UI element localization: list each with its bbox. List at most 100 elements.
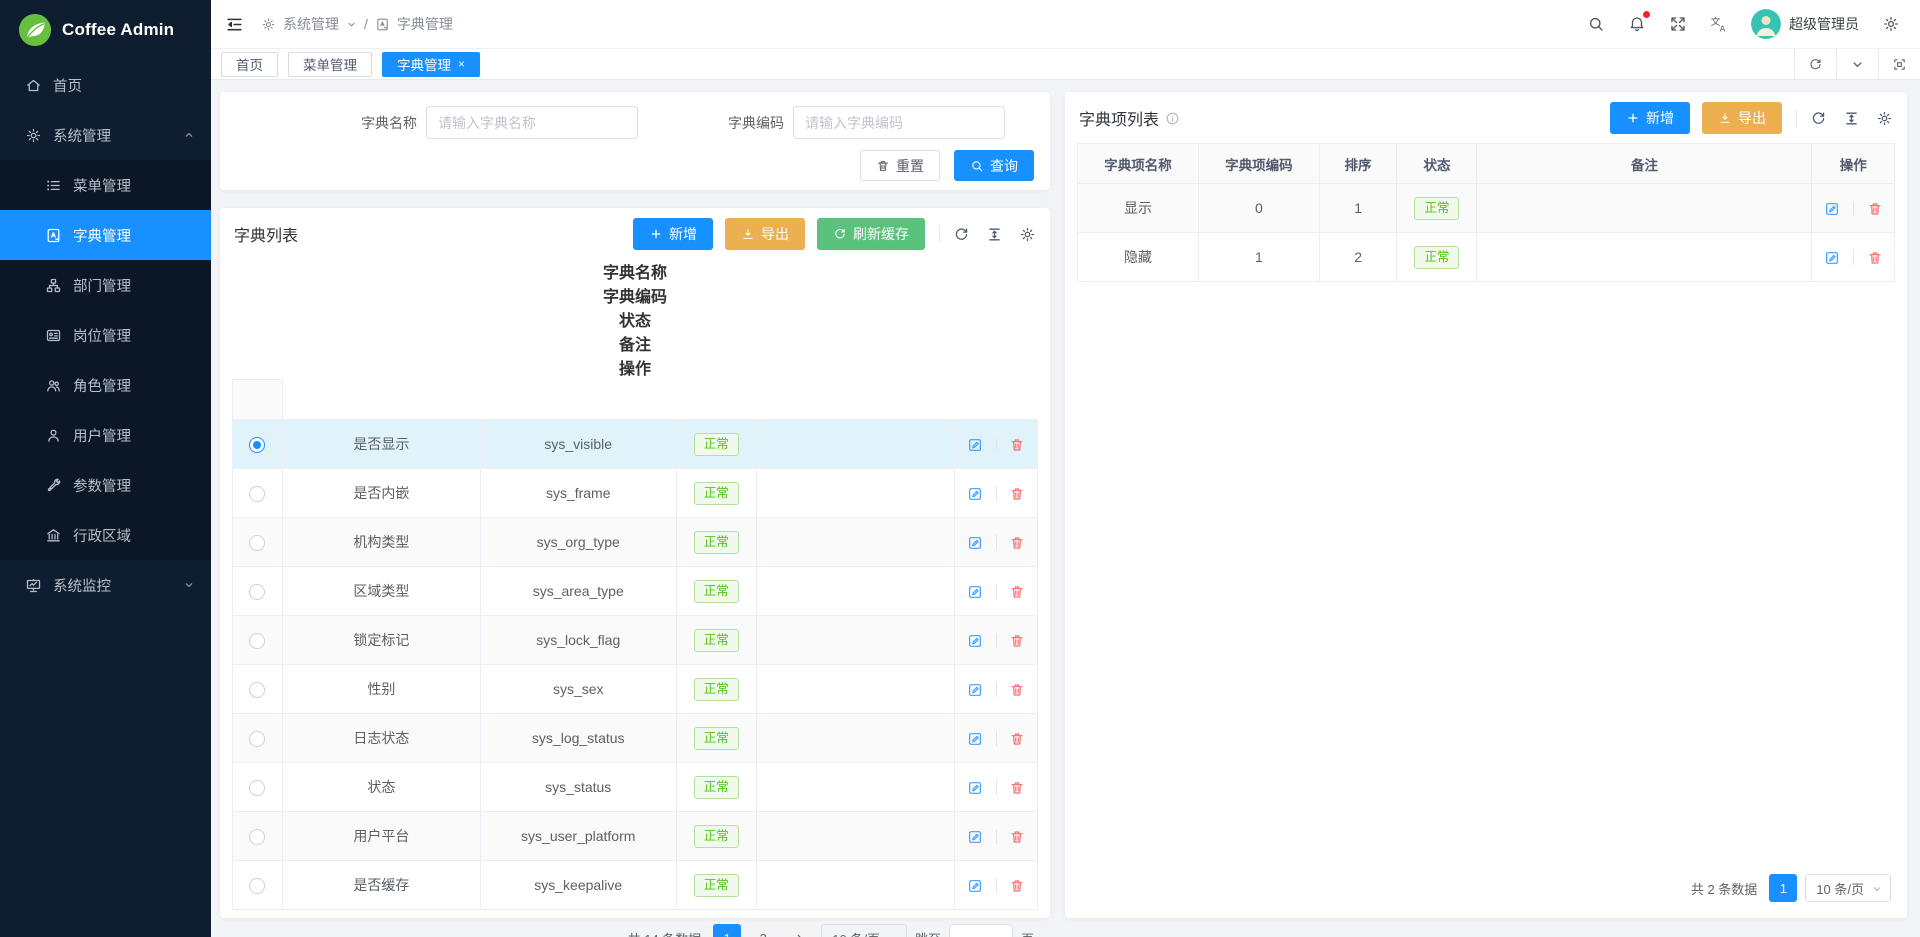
column-settings-gear-icon[interactable]	[1876, 110, 1893, 127]
sidebar-item-home[interactable]: 首页	[0, 60, 211, 110]
page-size-select[interactable]: 10 条/页	[1805, 874, 1891, 902]
dict-row[interactable]: 状态 sys_status 正常	[233, 763, 1038, 812]
row-radio[interactable]	[249, 437, 265, 453]
row-radio[interactable]	[249, 878, 265, 894]
jump-page-input[interactable]	[949, 924, 1013, 937]
edit-icon[interactable]	[967, 535, 983, 551]
dict-row[interactable]: 日志状态 sys_log_status 正常	[233, 714, 1038, 763]
total-count: 共 14 条数据	[628, 929, 702, 937]
sidebar-item-dept-mgmt[interactable]: 部门管理	[0, 260, 211, 310]
delete-icon[interactable]	[1009, 486, 1025, 502]
delete-icon[interactable]	[1009, 780, 1025, 796]
row-height-icon[interactable]	[1843, 110, 1860, 127]
sidebar-item-system-monitor[interactable]: 系统监控	[0, 560, 211, 610]
breadcrumb-parent[interactable]: 系统管理	[283, 14, 339, 34]
delete-icon[interactable]	[1009, 878, 1025, 894]
table-refresh-icon[interactable]	[953, 226, 970, 243]
sidebar-item-post-mgmt[interactable]: 岗位管理	[0, 310, 211, 360]
notification-bell-icon[interactable]	[1628, 15, 1646, 33]
search-icon[interactable]	[1587, 15, 1605, 33]
row-radio[interactable]	[249, 584, 265, 600]
sidebar-collapse-icon[interactable]	[225, 15, 244, 34]
row-height-icon[interactable]	[986, 226, 1003, 243]
export-dict-button[interactable]: 导出	[725, 218, 805, 250]
chevron-down-icon[interactable]	[346, 19, 357, 30]
row-radio[interactable]	[249, 780, 265, 796]
info-icon[interactable]	[1165, 111, 1180, 126]
edit-icon[interactable]	[967, 633, 983, 649]
row-radio[interactable]	[249, 486, 265, 502]
sidebar-item-role-mgmt[interactable]: 角色管理	[0, 360, 211, 410]
delete-icon[interactable]	[1867, 201, 1883, 217]
delete-icon[interactable]	[1009, 829, 1025, 845]
edit-icon[interactable]	[967, 731, 983, 747]
edit-icon[interactable]	[967, 486, 983, 502]
user-menu[interactable]: 超级管理员	[1751, 9, 1859, 39]
edit-icon[interactable]	[967, 878, 983, 894]
column-header: 字典编码	[220, 283, 1050, 307]
dict-row[interactable]: 用户平台 sys_user_platform 正常	[233, 812, 1038, 861]
table-refresh-icon[interactable]	[1810, 110, 1827, 127]
edit-icon[interactable]	[967, 829, 983, 845]
delete-icon[interactable]	[1009, 437, 1025, 453]
search-button[interactable]: 查询	[954, 150, 1034, 181]
dict-row[interactable]: 是否缓存 sys_keepalive 正常	[233, 861, 1038, 910]
row-radio[interactable]	[249, 731, 265, 747]
fullscreen-icon[interactable]	[1669, 15, 1687, 33]
maximize-content-icon[interactable]	[1878, 49, 1920, 79]
edit-icon[interactable]	[1824, 201, 1840, 217]
row-radio[interactable]	[249, 682, 265, 698]
sidebar-item-system-mgmt[interactable]: 系统管理	[0, 110, 211, 160]
dict-code-input[interactable]	[793, 106, 1005, 139]
dict-item-row[interactable]: 隐藏 1 2 正常	[1078, 233, 1895, 282]
sidebar-item-menu-mgmt[interactable]: 菜单管理	[0, 160, 211, 210]
dict-name-input[interactable]	[426, 106, 638, 139]
page-button[interactable]: 1	[1769, 874, 1797, 902]
row-radio[interactable]	[249, 633, 265, 649]
sidebar-item-admin-area[interactable]: 行政区域	[0, 510, 211, 560]
delete-icon[interactable]	[1867, 250, 1883, 266]
edit-icon[interactable]	[967, 682, 983, 698]
reset-button[interactable]: 重置	[860, 150, 940, 181]
sidebar-item-dict-mgmt[interactable]: 字典管理	[0, 210, 211, 260]
dict-item-card: 字典项列表 新增 导出	[1065, 92, 1907, 918]
row-radio[interactable]	[249, 535, 265, 551]
next-page-button[interactable]	[785, 924, 813, 937]
export-dict-item-button[interactable]: 导出	[1702, 102, 1782, 134]
sidebar-item-user-mgmt[interactable]: 用户管理	[0, 410, 211, 460]
settings-gear-icon[interactable]	[1882, 15, 1900, 33]
add-dict-button[interactable]: 新增	[633, 218, 713, 250]
translate-icon[interactable]: 文A	[1710, 15, 1728, 33]
refresh-page-icon[interactable]	[1794, 49, 1836, 79]
page-button[interactable]: 1	[713, 924, 741, 937]
close-icon[interactable]: ×	[458, 58, 465, 70]
edit-icon[interactable]	[967, 780, 983, 796]
edit-icon[interactable]	[1824, 250, 1840, 266]
dict-row[interactable]: 机构类型 sys_org_type 正常	[233, 518, 1038, 567]
delete-icon[interactable]	[1009, 633, 1025, 649]
edit-icon[interactable]	[967, 437, 983, 453]
edit-icon[interactable]	[967, 584, 983, 600]
tab-menu-mgmt[interactable]: 菜单管理	[288, 52, 372, 77]
page-button[interactable]: 2	[749, 924, 777, 937]
tab-dict-mgmt[interactable]: 字典管理 ×	[382, 52, 480, 77]
dict-row[interactable]: 是否内嵌 sys_frame 正常	[233, 469, 1038, 518]
delete-icon[interactable]	[1009, 731, 1025, 747]
add-dict-item-button[interactable]: 新增	[1610, 102, 1690, 134]
dict-row[interactable]: 性别 sys_sex 正常	[233, 665, 1038, 714]
column-settings-gear-icon[interactable]	[1019, 226, 1036, 243]
dict-row[interactable]: 是否显示 sys_visible 正常	[233, 420, 1038, 469]
sidebar-item-param-mgmt[interactable]: 参数管理	[0, 460, 211, 510]
dict-row[interactable]: 锁定标记 sys_lock_flag 正常	[233, 616, 1038, 665]
delete-icon[interactable]	[1009, 535, 1025, 551]
app-logo[interactable]: Coffee Admin	[0, 0, 211, 60]
delete-icon[interactable]	[1009, 682, 1025, 698]
refresh-cache-button[interactable]: 刷新缓存	[817, 218, 925, 250]
dict-item-row[interactable]: 显示 0 1 正常	[1078, 184, 1895, 233]
tab-home[interactable]: 首页	[221, 52, 278, 77]
row-radio[interactable]	[249, 829, 265, 845]
dict-row[interactable]: 区域类型 sys_area_type 正常	[233, 567, 1038, 616]
tab-options-chevron-icon[interactable]	[1836, 49, 1878, 79]
page-size-select[interactable]: 10 条/页	[821, 924, 907, 937]
delete-icon[interactable]	[1009, 584, 1025, 600]
